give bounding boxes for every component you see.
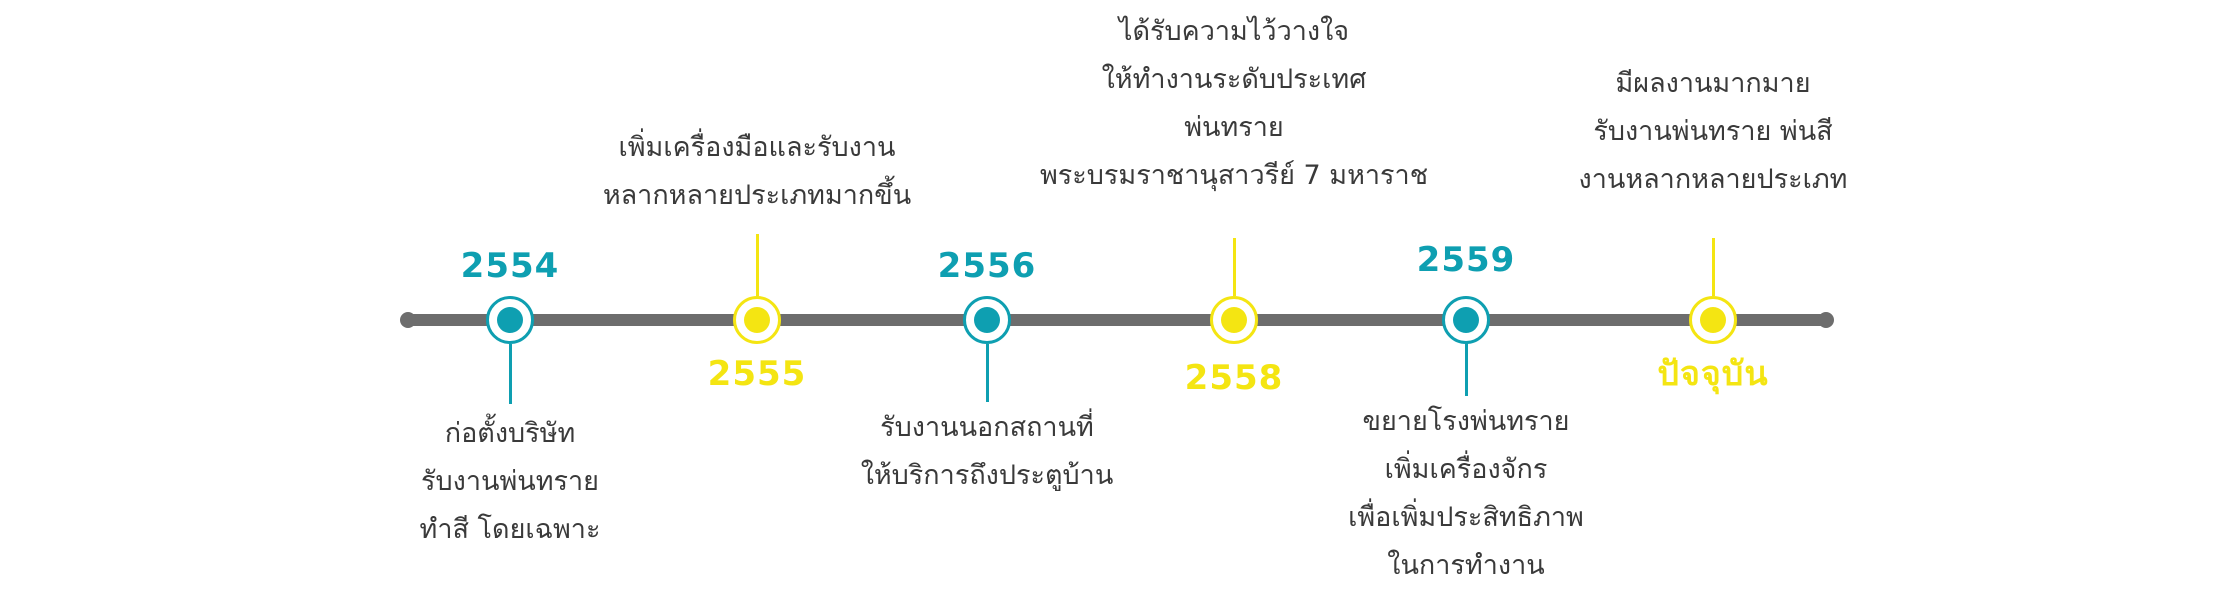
milestone-description-line: ก่อตั้งบริษัท: [444, 418, 576, 449]
milestone-year: 2558: [1184, 358, 1284, 398]
milestone-year: 2555: [707, 354, 807, 394]
milestone-connector: [1711, 238, 1715, 296]
milestone-dot: [1700, 307, 1726, 333]
milestone-description-line: มีผลงานมากมาย: [1615, 68, 1811, 99]
axis-end-cap: [1818, 312, 1834, 328]
milestone-dot: [1453, 307, 1479, 333]
milestone-description-line: เพิ่มเครื่องมือและรับงาน: [618, 132, 896, 163]
milestone-description: มีผลงานมากมายรับงานพ่นทราย พ่นสีงานหลากห…: [1503, 60, 1923, 204]
milestone-connector: [1232, 238, 1236, 296]
milestone-marker: [963, 296, 1011, 344]
milestone-marker: [733, 296, 781, 344]
milestone-description-line: ให้บริการถึงประตูบ้าน: [860, 460, 1114, 491]
milestone-description-line: พ่นทราย: [1184, 112, 1284, 143]
timeline-axis: [408, 314, 1826, 326]
milestone-description-line: รับงานนอกสถานที่: [880, 412, 1094, 443]
milestone-connector: [508, 344, 512, 404]
milestone-connector: [1464, 338, 1468, 396]
milestone-description-line: พระบรมราชานุสาวรีย์ 7 มหาราช: [1039, 160, 1429, 191]
milestone-year: 2559: [1416, 240, 1516, 280]
milestone-description-line: รับงานพ่นทราย: [421, 466, 599, 497]
milestone-marker: [1442, 296, 1490, 344]
milestone-description-line: รับงานพ่นทราย พ่นสี: [1593, 116, 1833, 147]
milestone-description: รับงานนอกสถานที่ให้บริการถึงประตูบ้าน: [777, 404, 1197, 500]
milestone-marker: [1210, 296, 1258, 344]
milestone-marker: [486, 296, 534, 344]
milestone-dot: [744, 307, 770, 333]
milestone-dot: [497, 307, 523, 333]
milestone-description: ก่อตั้งบริษัทรับงานพ่นทรายทำสี โดยเฉพาะ: [300, 410, 720, 554]
milestone-description: เพิ่มเครื่องมือและรับงานหลากหลายประเภทมา…: [547, 124, 967, 220]
milestone-connector: [755, 234, 759, 296]
milestone-year: 2554: [460, 246, 560, 286]
milestone-dot: [974, 307, 1000, 333]
milestone-description-line: เพื่อเพิ่มประสิทธิภาพ: [1348, 502, 1584, 533]
milestone-year: 2556: [937, 246, 1037, 286]
milestone-description-line: ขยายโรงพ่นทราย: [1362, 406, 1570, 437]
milestone-connector: [985, 344, 989, 402]
milestone-description-line: หลากหลายประเภทมากขึ้น: [602, 180, 912, 211]
milestone-marker: [1689, 296, 1737, 344]
milestone-description-line: ได้รับความไว้วางใจ: [1118, 16, 1350, 47]
milestone-description-line: ให้ทำงานระดับประเทศ: [1101, 64, 1367, 95]
milestone-year: ปัจจุบัน: [1657, 354, 1769, 394]
axis-start-cap: [400, 312, 416, 328]
timeline: 2554 ก่อตั้งบริษัทรับงานพ่นทรายทำสี โดยเฉ…: [0, 0, 2240, 600]
milestone-description: ขยายโรงพ่นทรายเพิ่มเครื่องจักรเพื่อเพิ่ม…: [1256, 398, 1676, 590]
milestone-description: ได้รับความไว้วางใจให้ทำงานระดับประเทศพ่น…: [1024, 8, 1444, 200]
milestone-dot: [1221, 307, 1247, 333]
milestone-description-line: ทำสี โดยเฉพาะ: [419, 514, 601, 545]
milestone-description-line: งานหลากหลายประเภท: [1578, 164, 1848, 195]
milestone-description-line: เพิ่มเครื่องจักร: [1384, 454, 1548, 485]
milestone-description-line: ในการทำงาน: [1387, 550, 1545, 581]
